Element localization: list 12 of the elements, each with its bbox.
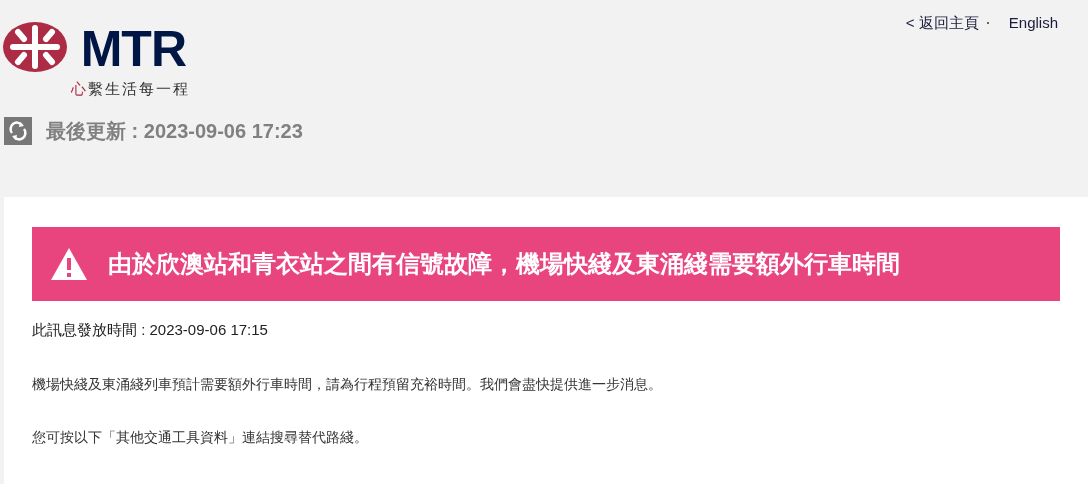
message-paragraph: 機場快綫及東涌綫列車預計需要額外行車時間，請為行程預留充裕時間。我們會盡快提供進一步消息。 (32, 374, 663, 394)
message-paragraph: 您可按以下「其他交通工具資料」連結搜尋替代路綫。 (32, 427, 369, 447)
issued-time: 此訊息發放時間 : 2023-09-06 17:15 (32, 320, 269, 340)
home-link[interactable]: < 返回主頁 (905, 12, 979, 35)
logo-slogan: 心繫生活每一程 (71, 79, 190, 99)
warning-icon (50, 247, 88, 281)
alert-title: 由於欣澳站和青衣站之間有信號故障，機場快綫及東涌綫需要額外行車時間 (108, 249, 900, 279)
logo-icon (3, 22, 67, 72)
refresh-icon[interactable] (4, 117, 32, 145)
language-link[interactable]: English (1008, 12, 1058, 35)
logo-wordmark: MTR (80, 24, 186, 74)
last-updated-text: 最後更新 : 2023-09-06 17:23 (46, 119, 303, 144)
